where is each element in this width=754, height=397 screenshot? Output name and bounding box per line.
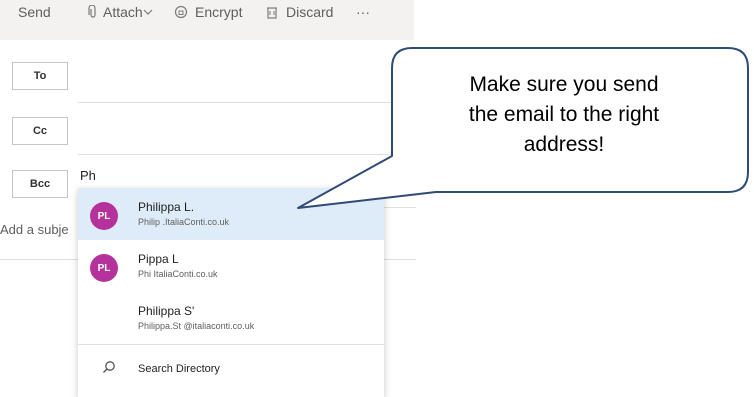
callout-line: Make sure you send [469,73,659,96]
callout-line: address! [523,133,605,156]
callout-text: Make sure you send the email to the righ… [400,70,728,160]
callout-bubble [297,47,749,209]
callout-line: the email to the right [468,103,660,126]
